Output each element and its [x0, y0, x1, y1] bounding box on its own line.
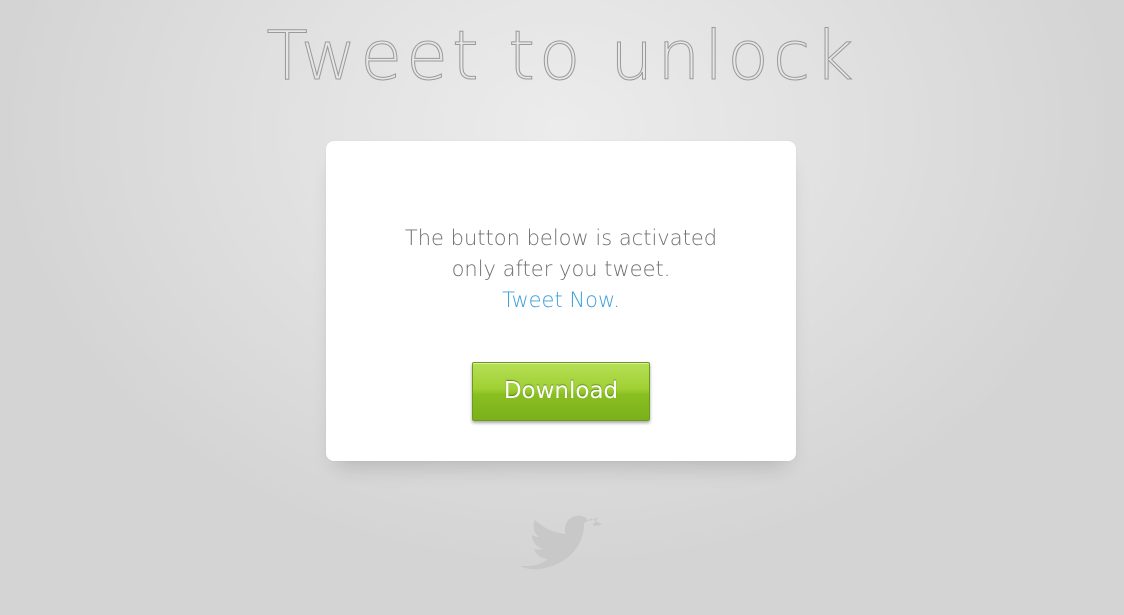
unlock-message: The button below is activated only after…: [326, 223, 796, 316]
tweet-now-link[interactable]: Tweet Now.: [502, 288, 620, 312]
unlock-card: The button below is activated only after…: [326, 141, 796, 461]
message-line-2: only after you tweet.: [451, 257, 671, 281]
twitter-bird-icon: [520, 515, 602, 570]
page-title: Tweet to unlock: [266, 17, 858, 97]
message-line-1: The button below is activated: [404, 226, 718, 250]
download-button[interactable]: Download: [472, 362, 650, 421]
